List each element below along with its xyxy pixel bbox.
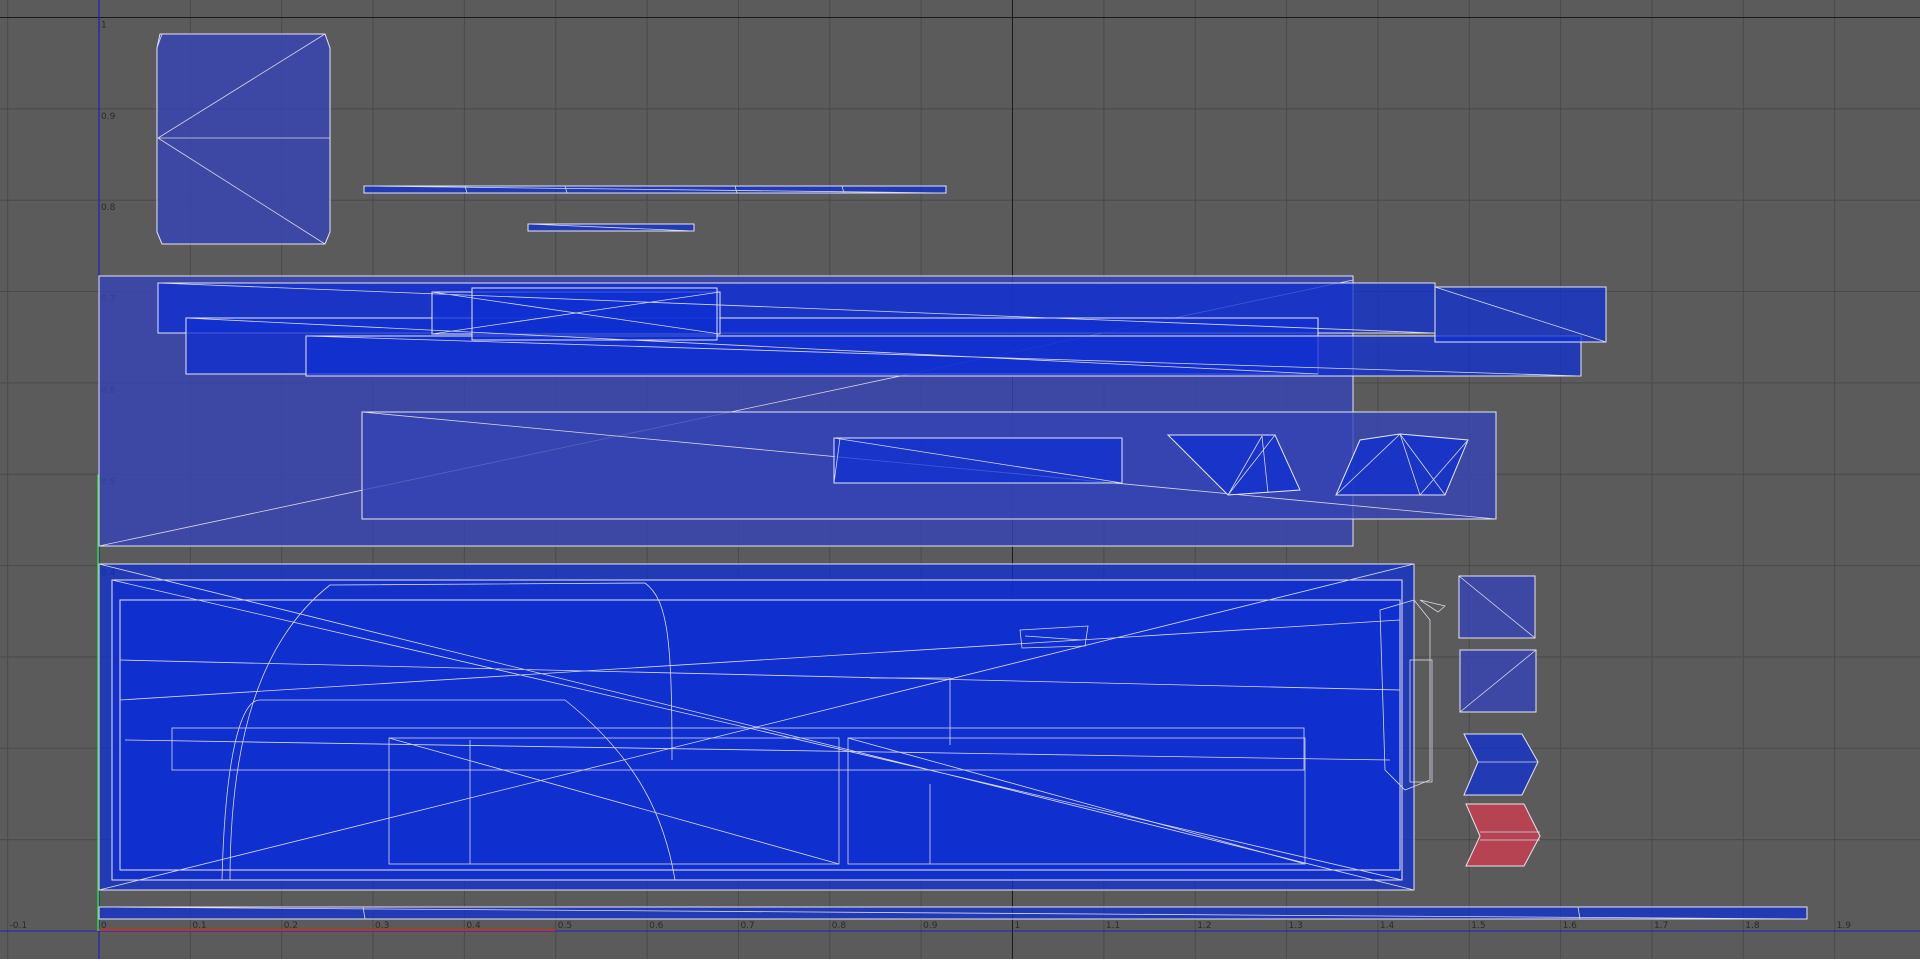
uv-shell-strip-bottom[interactable]	[98, 906, 1808, 920]
u-tick-label: 0.3	[375, 921, 389, 931]
uv-shell-hex-right[interactable]	[1463, 733, 1539, 796]
u-tick-label: 1.7	[1654, 921, 1668, 931]
uv-shell-hull-bottom[interactable]	[98, 563, 1446, 891]
u-tick-label: 0.2	[284, 921, 298, 931]
u-tick-label: 1.4	[1380, 921, 1395, 931]
uv-shell-panel-middle[interactable]	[361, 411, 1497, 520]
u-tick-label: 0	[101, 921, 107, 931]
u-tick-label: 1.8	[1745, 921, 1760, 931]
u-tick-label: 1.6	[1563, 921, 1578, 931]
uv-editor-viewport[interactable]: -0.1 0 0.1 0.2 0.3 0.4 0.5 0.6 0.7 0.8 0.9 1 1.1 1.2 1…	[0, 0, 1920, 959]
uv-shell-hex-selected[interactable]	[1465, 803, 1541, 867]
uv-shell-square-right-1[interactable]	[1458, 575, 1536, 639]
u-tick-label: 0.5	[558, 921, 572, 931]
u-tick-label: 1.5	[1471, 921, 1485, 931]
u-tick-label: 1.1	[1106, 921, 1120, 931]
uv-shell-strip-top-short[interactable]	[527, 223, 695, 232]
uv-shell-square-right-2[interactable]	[1459, 649, 1537, 713]
u-tick-label: 0.6	[649, 921, 664, 931]
u-tick-label: 1	[1015, 921, 1021, 931]
u-tick-label: 0.4	[466, 921, 481, 931]
v-tick-label: 0.9	[101, 112, 116, 122]
u-tick-label: 0.7	[740, 921, 754, 931]
uv-shells[interactable]	[98, 33, 1808, 920]
uv-shell-square-top[interactable]	[156, 33, 331, 245]
u-tick-label: -0.1	[10, 921, 28, 931]
u-tick-label: 0.9	[923, 921, 938, 931]
uv-canvas[interactable]: -0.1 0 0.1 0.2 0.3 0.4 0.5 0.6 0.7 0.8 0.9 1 1.1 1.2 1…	[0, 0, 1920, 959]
v-tick-label: 1	[101, 21, 107, 31]
u-tick-label: 0.1	[192, 921, 206, 931]
v-tick-label: 0.8	[101, 203, 116, 213]
u-tick-label: 0.8	[832, 921, 847, 931]
uv-shell-strip-top-long[interactable]	[363, 185, 947, 194]
u-tick-label: 1.2	[1197, 921, 1211, 931]
u-tick-label: 1.3	[1289, 921, 1303, 931]
u-tick-label: 1.9	[1837, 921, 1852, 931]
